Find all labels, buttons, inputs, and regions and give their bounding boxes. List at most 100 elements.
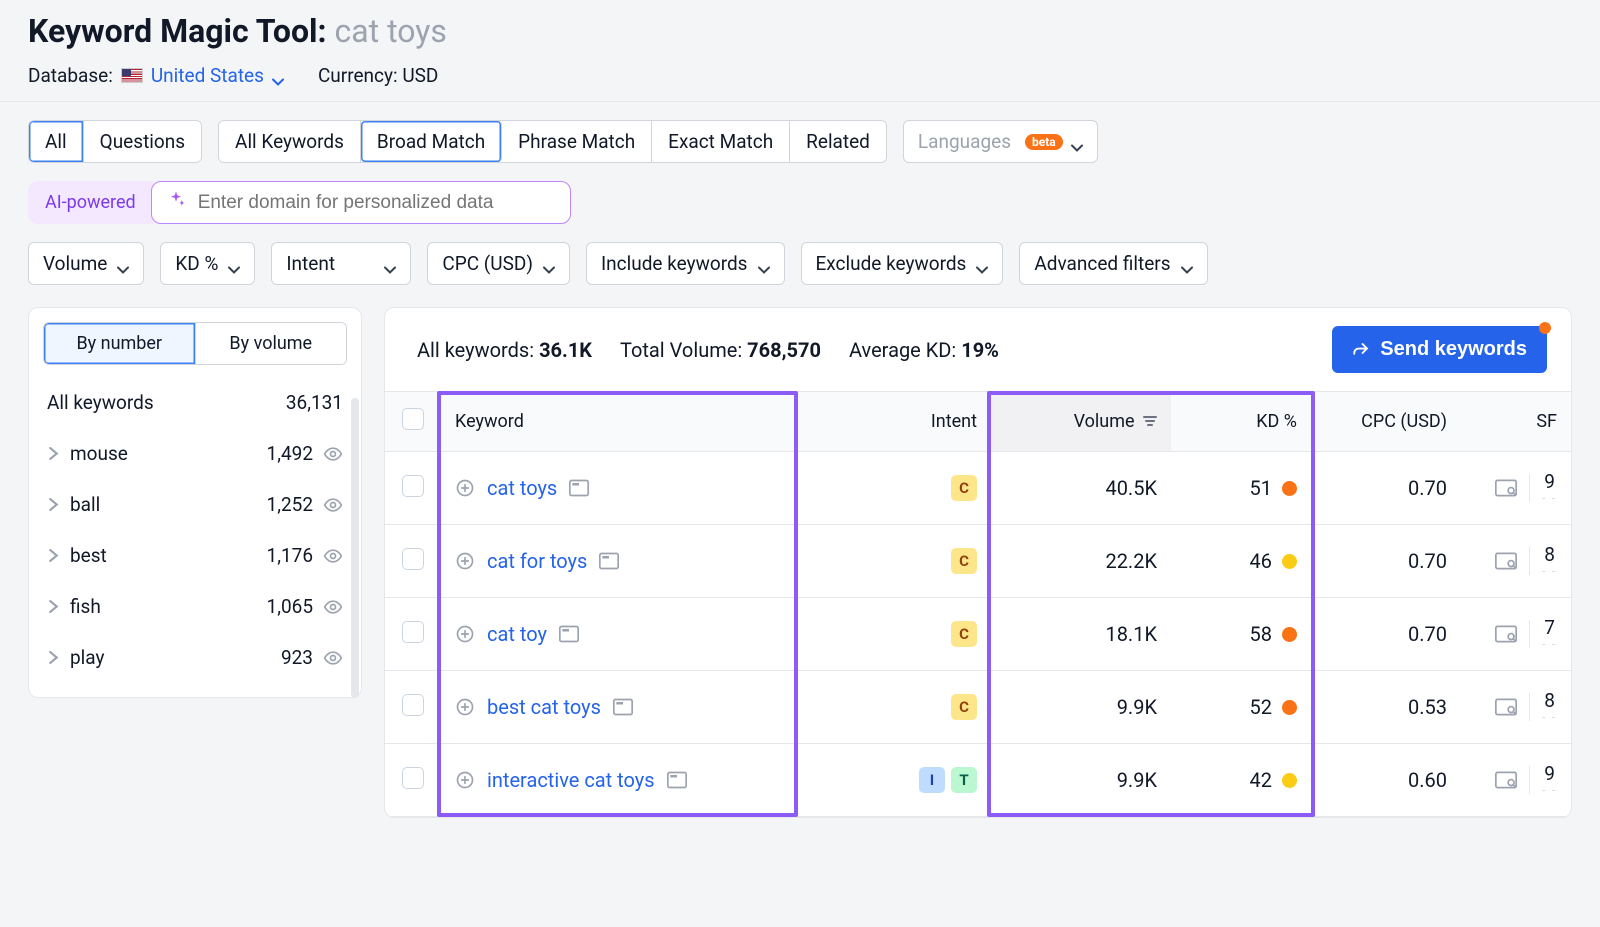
select-all-checkbox[interactable] — [402, 408, 424, 430]
col-cpc[interactable]: CPC (USD) — [1311, 392, 1461, 452]
intent-badge: C — [951, 548, 977, 574]
tab-phrase-match[interactable]: Phrase Match — [502, 121, 652, 162]
serp-features-icon[interactable] — [1495, 698, 1517, 716]
languages-dropdown[interactable]: Languages beta — [903, 120, 1098, 163]
page-query: cat toys — [335, 12, 447, 50]
eye-icon[interactable] — [323, 546, 343, 566]
chevron-down-icon — [384, 258, 396, 270]
ai-domain-input-wrap[interactable] — [151, 181, 571, 224]
tab-exact-match[interactable]: Exact Match — [652, 121, 790, 162]
chevron-down-icon — [543, 258, 555, 270]
add-icon[interactable] — [455, 478, 475, 498]
sidebar-group-label: ball — [70, 493, 100, 516]
sidebar-group-item[interactable]: best 1,176 — [29, 530, 361, 581]
keyword-link[interactable]: cat for toys — [487, 549, 587, 573]
kd-difficulty-dot — [1282, 481, 1297, 496]
col-volume[interactable]: Volume — [991, 392, 1171, 452]
kd-difficulty-dot — [1282, 554, 1297, 569]
filter-advanced[interactable]: Advanced filters — [1019, 242, 1207, 285]
add-icon[interactable] — [455, 697, 475, 717]
eye-icon[interactable] — [323, 444, 343, 464]
row-checkbox[interactable] — [402, 767, 424, 789]
sf-count: 7 — [1544, 618, 1555, 637]
tab-broad-match[interactable]: Broad Match — [361, 121, 502, 162]
sidebar-group-count: 1,492 — [267, 442, 313, 465]
row-checkbox[interactable] — [402, 621, 424, 643]
sidebar-group-item[interactable]: fish 1,065 — [29, 581, 361, 632]
row-checkbox[interactable] — [402, 475, 424, 497]
add-icon[interactable] — [455, 770, 475, 790]
keyword-link[interactable]: cat toys — [487, 476, 557, 500]
serp-preview-icon[interactable] — [569, 479, 589, 497]
serp-features-icon[interactable] — [1495, 771, 1517, 789]
page-header: Keyword Magic Tool: cat toys Database: U… — [28, 0, 1572, 101]
filter-include-keywords[interactable]: Include keywords — [586, 242, 785, 285]
keyword-link[interactable]: cat toy — [487, 622, 547, 646]
kd-value: 46 — [1250, 549, 1272, 573]
tab-all[interactable]: All — [29, 121, 84, 162]
filter-exclude-keywords[interactable]: Exclude keywords — [801, 242, 1004, 285]
divider — [1529, 766, 1530, 794]
currency-display: Currency: USD — [318, 64, 438, 87]
database-selector[interactable]: Database: United States — [28, 64, 284, 87]
eye-icon[interactable] — [323, 495, 343, 515]
eye-icon[interactable] — [323, 648, 343, 668]
serp-preview-icon[interactable] — [667, 771, 687, 789]
chevron-down-icon — [976, 258, 988, 270]
add-icon[interactable] — [455, 624, 475, 644]
volume-cell: 40.5K — [991, 452, 1171, 525]
serp-preview-icon[interactable] — [599, 552, 619, 570]
keyword-link[interactable]: interactive cat toys — [487, 768, 655, 792]
sidebar-by-volume[interactable]: By volume — [196, 323, 347, 364]
serp-features-icon[interactable] — [1495, 552, 1517, 570]
sidebar-group-count: 1,252 — [267, 493, 313, 516]
sidebar-scrollbar[interactable] — [351, 398, 359, 698]
serp-preview-icon[interactable] — [559, 625, 579, 643]
filter-kd[interactable]: KD % — [160, 242, 255, 285]
keywords-table: Keyword Intent Volume KD % CPC (USD) SF — [385, 391, 1571, 817]
filter-volume[interactable]: Volume — [28, 242, 144, 285]
table-row: best cat toys C 9.9K 52 0.53 8- - — [385, 671, 1571, 744]
eye-icon[interactable] — [323, 597, 343, 617]
sidebar-group-label: mouse — [70, 442, 128, 465]
match-tabs: All Keywords Broad Match Phrase Match Ex… — [218, 120, 887, 163]
sidebar-all-keywords[interactable]: All keywords 36,131 — [29, 377, 361, 428]
tab-questions[interactable]: Questions — [84, 121, 201, 162]
row-checkbox[interactable] — [402, 694, 424, 716]
serp-preview-icon[interactable] — [613, 698, 633, 716]
results-panel: All keywords: 36.1K Total Volume: 768,57… — [384, 307, 1572, 818]
sidebar-group-item[interactable]: play 923 — [29, 632, 361, 683]
sf-count: 9 — [1544, 472, 1555, 491]
ai-powered-badge: AI-powered — [28, 181, 153, 224]
ai-domain-input[interactable] — [196, 191, 556, 215]
send-keywords-button[interactable]: Send keywords — [1332, 326, 1547, 373]
divider — [1529, 547, 1530, 575]
col-intent[interactable]: Intent — [851, 392, 991, 452]
sidebar-group-item[interactable]: mouse 1,492 — [29, 428, 361, 479]
filter-intent[interactable]: Intent — [271, 242, 411, 285]
filter-cpc[interactable]: CPC (USD) — [427, 242, 570, 285]
tab-all-keywords[interactable]: All Keywords — [219, 121, 361, 162]
keyword-link[interactable]: best cat toys — [487, 695, 601, 719]
row-checkbox[interactable] — [402, 548, 424, 570]
serp-features-icon[interactable] — [1495, 625, 1517, 643]
col-kd[interactable]: KD % — [1171, 392, 1311, 452]
sf-count: 8 — [1544, 691, 1555, 710]
col-keyword[interactable]: Keyword — [441, 392, 851, 452]
sidebar-by-number[interactable]: By number — [44, 323, 196, 364]
serp-features-icon[interactable] — [1495, 479, 1517, 497]
tab-related[interactable]: Related — [790, 121, 886, 162]
divider — [1529, 474, 1530, 502]
divider — [1529, 620, 1530, 648]
languages-label: Languages — [918, 130, 1011, 153]
table-row: interactive cat toys IT 9.9K 42 0.60 9- … — [385, 744, 1571, 817]
add-icon[interactable] — [455, 551, 475, 571]
currency-label: Currency: — [318, 64, 398, 87]
col-sf[interactable]: SF — [1461, 392, 1571, 452]
volume-cell: 9.9K — [991, 671, 1171, 744]
sidebar-group-item[interactable]: ball 1,252 — [29, 479, 361, 530]
database-value: United States — [151, 64, 264, 87]
currency-value: USD — [402, 64, 438, 87]
page-title: Keyword Magic Tool: — [28, 12, 327, 50]
chevron-right-icon — [47, 447, 60, 460]
